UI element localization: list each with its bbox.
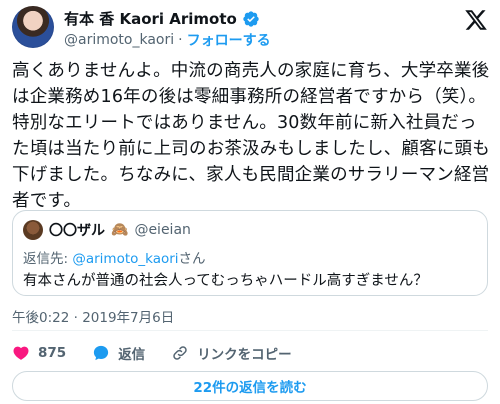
quoted-author-name: 〇〇ザル <box>49 223 105 239</box>
x-logo-icon[interactable] <box>464 8 488 32</box>
tweet-timestamp[interactable]: 午後0:22 · 2019年7月6日 <box>12 306 174 326</box>
quoted-tweet[interactable]: 〇〇ザル 🙈 @eieian 返信先: @arimoto_kaoriさん 有本さ… <box>12 210 488 296</box>
tweet-text: 高くありませんよ。中流の商売人の家庭に育ち、大学卒業後は企業務め16年の後は零細… <box>12 61 490 211</box>
reply-label: 返信 <box>118 347 146 363</box>
like-button[interactable]: 875 <box>12 344 66 362</box>
link-icon <box>173 346 187 360</box>
copy-link-button[interactable]: リンクをコピー <box>171 343 292 363</box>
verified-badge-icon <box>243 10 259 27</box>
reply-button[interactable]: 返信 <box>92 343 145 363</box>
reply-to-prefix: 返信先: <box>23 251 73 267</box>
author-handle[interactable]: @arimoto_kaori <box>64 32 174 48</box>
author-handle-row: @arimoto_kaori · フォローする <box>64 30 271 50</box>
author-avatar[interactable] <box>12 6 54 48</box>
author-display-name[interactable]: 有本 香 Kaori Arimoto <box>64 8 237 29</box>
author-name-row: 有本 香 Kaori Arimoto <box>64 8 260 29</box>
reply-to-mention[interactable]: @arimoto_kaori <box>72 251 178 267</box>
quoted-author-handle: @eieian <box>134 222 191 238</box>
divider <box>12 330 488 331</box>
tweet-actions: 875 返信 リンクをコピー <box>12 340 318 366</box>
heart-icon <box>13 346 29 360</box>
quoted-tweet-text: 有本さんが普通の社会人ってむっちゃハードル高すぎません？ <box>23 273 428 289</box>
reply-bubble-icon <box>94 345 109 361</box>
like-count: 875 <box>38 345 67 361</box>
quoted-author-row: 〇〇ザル 🙈 @eieian <box>23 220 191 240</box>
separator-dot: · <box>178 32 183 48</box>
quoted-author-avatar <box>23 220 43 240</box>
read-replies-button[interactable]: 22件の返信を読む <box>12 371 488 401</box>
tweet-header: 有本 香 Kaori Arimoto @arimoto_kaori · フォロー… <box>12 6 488 52</box>
follow-button[interactable]: フォローする <box>187 30 271 50</box>
reply-to-suffix: さん <box>178 251 206 267</box>
copy-link-label: リンクをコピー <box>197 347 292 363</box>
monkey-emoji-icon: 🙈 <box>111 222 129 238</box>
quoted-reply-to: 返信先: @arimoto_kaoriさん <box>23 247 206 267</box>
